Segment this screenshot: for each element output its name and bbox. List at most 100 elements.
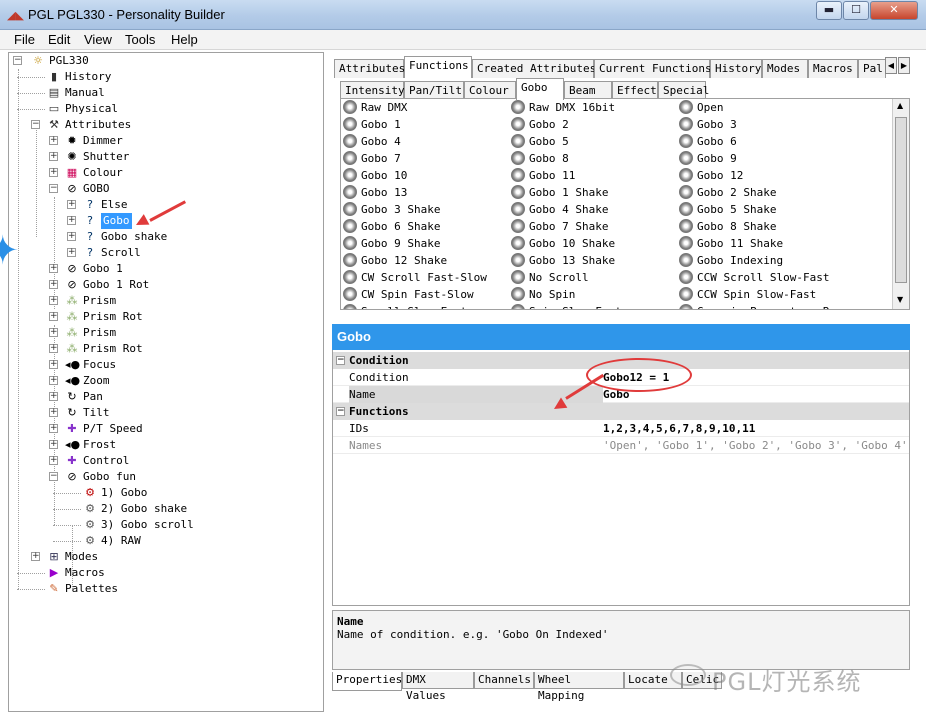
expand-icon[interactable]: + xyxy=(49,456,58,465)
tab-pal[interactable]: Pal xyxy=(858,59,886,78)
property-names-value[interactable]: 'Open', 'Gobo 1', 'Gobo 2', 'Gobo 3', 'G… xyxy=(603,437,909,454)
function-item[interactable]: Gobo 13 Shake xyxy=(509,252,615,269)
menu-view[interactable]: View xyxy=(84,32,112,47)
menu-help[interactable]: Help xyxy=(171,32,198,47)
bottom-tab-properties[interactable]: Properties xyxy=(332,672,402,691)
function-item[interactable]: Gobo 2 Shake xyxy=(677,184,776,201)
expand-icon[interactable]: + xyxy=(49,376,58,385)
expand-icon[interactable]: + xyxy=(49,360,58,369)
function-item[interactable]: Gobo 9 Shake xyxy=(341,235,440,252)
property-names-row[interactable]: Names 'Open', 'Gobo 1', 'Gobo 2', 'Gobo … xyxy=(333,437,909,454)
tab-attributes[interactable]: Attributes xyxy=(334,59,405,78)
function-item[interactable]: Gobo 6 Shake xyxy=(341,218,440,235)
menu-edit[interactable]: Edit xyxy=(48,32,70,47)
function-item[interactable]: Gobo 12 xyxy=(677,167,743,184)
tab-functions[interactable]: Functions xyxy=(404,56,472,78)
tab-current-functions[interactable]: Current Functions xyxy=(594,59,712,78)
function-item[interactable]: Gobo 11 Shake xyxy=(677,235,783,252)
expand-icon[interactable]: + xyxy=(67,232,76,241)
function-item[interactable]: Gobo 3 Shake xyxy=(341,201,440,218)
tab-macros[interactable]: Macros xyxy=(808,59,858,78)
tab-scroll-right-button[interactable]: ▶ xyxy=(898,57,910,74)
maximize-button[interactable]: ☐ xyxy=(843,1,869,20)
function-item[interactable]: Raw DMX xyxy=(341,99,407,116)
expand-icon[interactable]: + xyxy=(49,312,58,321)
collapse-icon[interactable]: − xyxy=(336,407,345,416)
scroll-up-icon[interactable]: ▲ xyxy=(897,101,903,110)
function-item[interactable]: Gobo Indexing xyxy=(677,252,783,269)
function-item[interactable]: Gobo 6 xyxy=(677,133,737,150)
scroll-thumb[interactable] xyxy=(895,117,907,283)
function-item[interactable]: Gobo 7 Shake xyxy=(509,218,608,235)
function-item[interactable]: Gobo 1 Shake xyxy=(509,184,608,201)
function-item[interactable]: Gobo 5 Shake xyxy=(677,201,776,218)
tab-created-attributes[interactable]: Created Attributes xyxy=(472,59,596,78)
property-ids-value[interactable]: 1,2,3,4,5,6,7,8,9,10,11 xyxy=(603,420,909,437)
expand-icon[interactable]: + xyxy=(67,200,76,209)
function-item[interactable]: Gobo 7 xyxy=(341,150,401,167)
bottom-tab-wheel-mapping[interactable]: Wheel Mapping xyxy=(534,672,624,702)
tab-modes[interactable]: Modes xyxy=(762,59,808,78)
property-ids-row[interactable]: IDs 1,2,3,4,5,6,7,8,9,10,11 xyxy=(333,420,909,437)
vertical-scrollbar[interactable]: ▲ ▼ xyxy=(892,99,909,309)
function-item[interactable]: Generic Percentage Range xyxy=(677,303,856,309)
function-item[interactable]: CW Scroll Fast-Slow xyxy=(341,269,487,286)
expand-icon[interactable]: + xyxy=(49,136,58,145)
expand-icon[interactable]: + xyxy=(49,296,58,305)
function-grid[interactable]: Raw DMX Raw DMX 16bit Open Gobo 1 Gobo 2 Gobo… xyxy=(340,98,910,310)
function-item[interactable]: Gobo 10 xyxy=(341,167,407,184)
function-item[interactable]: Gobo 2 xyxy=(509,116,569,133)
expand-icon[interactable]: + xyxy=(49,280,58,289)
expand-icon[interactable]: + xyxy=(49,408,58,417)
bottom-tab-dmx-values[interactable]: DMX Values xyxy=(402,672,474,702)
function-item[interactable]: Gobo 11 xyxy=(509,167,575,184)
expand-icon[interactable]: + xyxy=(49,440,58,449)
subtab-gobo[interactable]: Gobo xyxy=(516,78,564,100)
minimize-button[interactable]: ▬ xyxy=(816,1,842,20)
function-item[interactable]: Gobo 4 xyxy=(341,133,401,150)
tab-history[interactable]: History xyxy=(710,59,762,78)
collapse-icon[interactable]: − xyxy=(31,120,40,129)
expand-icon[interactable]: + xyxy=(49,168,58,177)
expand-icon[interactable]: + xyxy=(67,248,76,257)
collapse-icon[interactable]: − xyxy=(49,184,58,193)
expand-icon[interactable]: + xyxy=(31,552,40,561)
function-item[interactable]: Raw DMX 16bit xyxy=(509,99,615,116)
expand-icon[interactable]: + xyxy=(49,264,58,273)
expand-icon[interactable]: + xyxy=(67,216,76,225)
function-item[interactable]: Spin Slow-Fast xyxy=(509,303,622,309)
function-item[interactable]: No Spin xyxy=(509,286,575,303)
expand-icon[interactable]: + xyxy=(49,152,58,161)
scroll-down-icon[interactable]: ▼ xyxy=(897,295,903,304)
function-item[interactable]: CCW Spin Slow-Fast xyxy=(677,286,816,303)
function-item[interactable]: Gobo 1 xyxy=(341,116,401,133)
menu-tools[interactable]: Tools xyxy=(125,32,155,47)
expand-icon[interactable]: + xyxy=(49,392,58,401)
collapse-icon[interactable]: − xyxy=(49,472,58,481)
function-item[interactable]: Gobo 10 Shake xyxy=(509,235,615,252)
category-functions[interactable]: − Functions xyxy=(333,403,909,420)
function-item[interactable]: Gobo 4 Shake xyxy=(509,201,608,218)
function-item[interactable]: CCW Scroll Slow-Fast xyxy=(677,269,829,286)
function-item[interactable]: Gobo 8 xyxy=(509,150,569,167)
function-item[interactable]: No Scroll xyxy=(509,269,589,286)
bottom-tab-channels[interactable]: Channels xyxy=(474,672,534,689)
collapse-icon[interactable]: − xyxy=(336,356,345,365)
tab-scroll-left-button[interactable]: ◀ xyxy=(885,57,897,74)
attribute-tree[interactable]: − ☼ PGL330 ▮ History ▤ Manual ▭ Physical − ⚒ Att… xyxy=(8,52,324,712)
function-item[interactable]: Gobo 3 xyxy=(677,116,737,133)
function-item[interactable]: Open xyxy=(677,99,724,116)
expand-icon[interactable]: + xyxy=(49,328,58,337)
function-item[interactable]: Gobo 13 xyxy=(341,184,407,201)
expand-icon[interactable]: + xyxy=(49,424,58,433)
function-item[interactable]: Gobo 9 xyxy=(677,150,737,167)
menu-file[interactable]: File xyxy=(14,32,35,47)
close-button[interactable]: ✕ xyxy=(870,1,918,20)
expand-icon[interactable]: + xyxy=(49,344,58,353)
function-item[interactable]: Gobo 12 Shake xyxy=(341,252,447,269)
collapse-icon[interactable]: − xyxy=(13,56,22,65)
function-item[interactable]: Gobo 8 Shake xyxy=(677,218,776,235)
function-item[interactable]: CW Spin Fast-Slow xyxy=(341,286,474,303)
function-item[interactable]: Scroll Slow-Fast xyxy=(341,303,467,309)
function-item[interactable]: Gobo 5 xyxy=(509,133,569,150)
